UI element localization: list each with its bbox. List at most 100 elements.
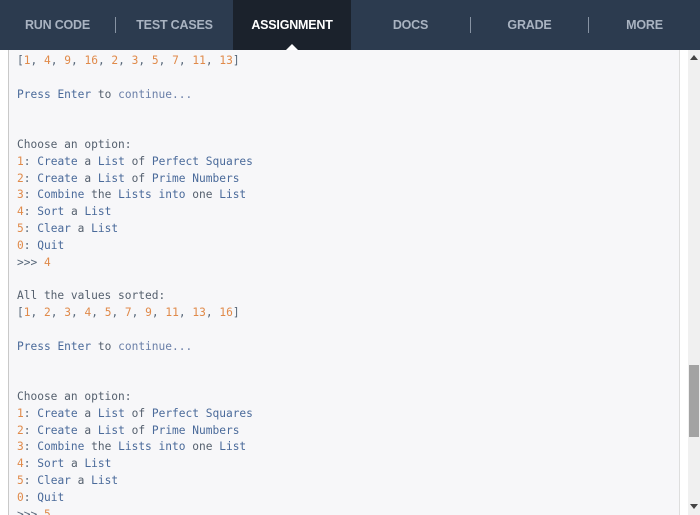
separator: : <box>23 406 38 420</box>
console-word: continue... <box>118 87 193 101</box>
tab-docs[interactable]: DOCS <box>351 0 470 50</box>
option-number: 5 <box>17 221 24 235</box>
menu-option: 3: Combine the Lists into one List <box>17 439 253 456</box>
option-word: the <box>91 440 112 454</box>
option-word: Numbers <box>192 171 240 185</box>
separator: , <box>30 54 44 67</box>
scroll-down-icon[interactable] <box>690 504 698 509</box>
tab-label: TEST CASES <box>136 18 213 32</box>
option-word: of <box>131 171 146 185</box>
menu-option: 2: Create a List of Prime Numbers <box>17 171 253 188</box>
console-word: Press <box>17 339 51 353</box>
option-word: one <box>192 440 213 454</box>
console-lines: [1, 4, 9, 16, 2, 3, 5, 7, 11, 13] Press E… <box>17 53 253 515</box>
user-input: 5 <box>43 507 51 515</box>
option-word: one <box>192 188 213 202</box>
tab-run-code[interactable]: RUN CODE <box>0 0 115 50</box>
list-value: 7 <box>172 54 179 67</box>
option-word: List <box>219 440 247 454</box>
option-word: the <box>91 188 112 202</box>
console-word: Press <box>17 87 51 101</box>
prompt-line: >>> 5 <box>17 507 253 515</box>
separator: , <box>111 305 125 319</box>
list-value: 9 <box>64 54 71 67</box>
tab-label: DOCS <box>392 18 429 32</box>
tab-grade[interactable]: GRADE <box>471 0 588 50</box>
option-word: a <box>84 171 92 185</box>
option-word: a <box>70 205 78 219</box>
tab-label: RUN CODE <box>24 18 91 32</box>
separator: , <box>131 305 146 319</box>
separator: : <box>23 440 38 454</box>
prompt-symbol: >>> <box>17 507 44 515</box>
option-word: List <box>91 221 119 235</box>
option-word: Create <box>37 154 78 168</box>
option-word: List <box>97 423 125 437</box>
option-word: Squares <box>205 406 253 420</box>
option-word: List <box>84 457 112 471</box>
menu-option: 0: Quit <box>17 238 253 255</box>
console-word: Enter <box>57 339 92 353</box>
vertical-scrollbar[interactable] <box>688 50 700 515</box>
option-word: Create <box>37 423 78 437</box>
console-word: to <box>97 87 112 101</box>
option-word: Squares <box>205 154 253 168</box>
console-word: continue... <box>118 339 193 353</box>
tab-more[interactable]: MORE <box>589 0 700 50</box>
separator: , <box>158 54 173 67</box>
menu-option: 5: Clear a List <box>17 221 253 238</box>
menu-option: 1: Create a List of Perfect Squares <box>17 406 253 423</box>
list-value: 16 <box>219 305 233 319</box>
separator: : <box>23 171 38 185</box>
option-word: Combine <box>37 188 85 202</box>
list-value: 7 <box>124 305 132 319</box>
press-enter-line: Press Enter to continue... <box>17 87 253 104</box>
menu-option: 1: Create a List of Perfect Squares <box>17 154 253 171</box>
tab-assignment[interactable]: ASSIGNMENT <box>233 0 351 50</box>
option-number: 4 <box>17 205 24 219</box>
option-number: 2 <box>17 171 24 185</box>
separator: : <box>23 423 38 437</box>
tab-label: GRADE <box>507 18 552 32</box>
option-word: of <box>131 154 146 168</box>
list-value: 2 <box>43 305 51 319</box>
option-word: into <box>158 188 186 202</box>
list-value: 11 <box>165 305 179 319</box>
tab-test-cases[interactable]: TEST CASES <box>116 0 233 50</box>
option-word: a <box>84 423 92 437</box>
separator: , <box>138 54 152 67</box>
option-word: of <box>131 406 146 420</box>
option-word: a <box>84 406 92 420</box>
separator: , <box>151 305 166 319</box>
separator: , <box>97 54 112 67</box>
option-word: of <box>131 423 146 437</box>
option-word: Sort <box>37 457 65 471</box>
separator: , <box>118 54 132 67</box>
assignment-panel: [1, 4, 9, 16, 2, 3, 5, 7, 11, 13] Press E… <box>0 50 688 515</box>
menu-title: Choose an option: <box>17 137 253 154</box>
option-number: 1 <box>17 154 24 168</box>
separator: , <box>50 305 65 319</box>
scrollbar-thumb[interactable] <box>689 365 699 437</box>
user-input: 4 <box>43 255 51 269</box>
option-word: Quit <box>37 490 65 504</box>
bracket: [ <box>17 54 24 67</box>
option-word: Sort <box>37 205 65 219</box>
option-word: Lists <box>118 188 152 202</box>
list-value: 11 <box>192 54 206 67</box>
bracket: ] <box>232 305 240 319</box>
scroll-up-icon[interactable] <box>690 55 698 60</box>
console-output: [1, 4, 9, 16, 2, 3, 5, 7, 11, 13] Press E… <box>8 50 680 515</box>
separator: , <box>91 305 105 319</box>
option-number: 5 <box>17 473 24 487</box>
option-word: Quit <box>37 238 65 252</box>
option-word: a <box>84 154 92 168</box>
option-number: 2 <box>17 423 24 437</box>
option-word: Perfect <box>151 154 199 168</box>
option-word: a <box>70 457 78 471</box>
list-value: 3 <box>64 305 71 319</box>
